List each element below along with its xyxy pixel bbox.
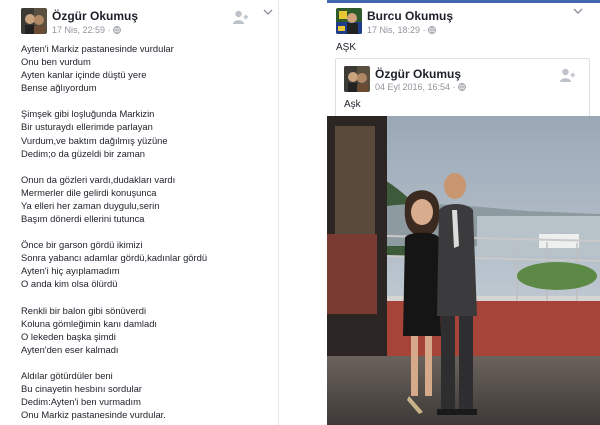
globe-icon (428, 26, 436, 34)
poem-line: Önce bir garson gördü ikimizi (21, 239, 143, 251)
globe-icon (458, 83, 466, 91)
avatar[interactable] (21, 8, 47, 34)
add-friend-icon[interactable] (232, 9, 248, 25)
timestamp[interactable]: 17 Nis, 18:29 (367, 25, 420, 35)
divider (278, 0, 279, 425)
poem-line: Sonra yabancı adamlar gördü,kadınlar gör… (21, 252, 208, 264)
chevron-down-icon[interactable] (573, 8, 583, 15)
poem-line: Bu cinayetin hesbını sordular (21, 382, 142, 394)
poem-line: Şimşek gibi loşluğunda Markizin (21, 108, 155, 120)
poem-line: Onu Markiz pastanesinde vurdular. (21, 409, 166, 421)
poem-line: Aldılar götürdüler beni (21, 369, 113, 381)
poem-line: Vurdum,ve baktım dağılmış yüzüne (21, 134, 168, 146)
avatar[interactable] (344, 66, 370, 92)
timestamp[interactable]: 17 Nis, 22:59 (52, 25, 105, 35)
poem-line: Başım dönerdi ellerini tutunca (21, 213, 145, 225)
shared-post-meta: 04 Eyl 2016, 16:54 · (375, 82, 466, 92)
right-post: Burcu Okumuş 17 Nis, 18:29 · AŞK Özgür O… (327, 0, 600, 425)
poem-stanza: Önce bir garson gördü ikimizi Sonra yaban… (21, 238, 271, 290)
add-friend-icon[interactable] (559, 67, 575, 83)
shared-author-name[interactable]: Özgür Okumuş (375, 67, 461, 81)
post-photo[interactable] (327, 116, 600, 425)
poem-line: Renkli bir balon gibi sönüverdi (21, 304, 147, 316)
post-meta: 17 Nis, 22:59 · (52, 25, 121, 35)
post-text: AŞK (336, 42, 357, 53)
poem-line: Ayten kanlar içinde düştü yere (21, 69, 147, 81)
poem-line: Bense ağlıyordum (21, 82, 97, 94)
poem-stanza: Şimşek gibi loşluğunda Markizin Bir ustur… (21, 107, 271, 159)
chevron-down-icon[interactable] (263, 9, 273, 16)
header-bar (327, 0, 600, 3)
shared-post-text: Aşk (344, 99, 361, 110)
post-text: Ayten'i Markiz pastanesinde vurdular Onu … (21, 42, 271, 425)
shared-post[interactable]: Özgür Okumuş 04 Eyl 2016, 16:54 · Aşk (335, 58, 590, 118)
poem-line: Ayten'den eser kalmadı (21, 343, 119, 355)
poem-line: Onun da gözleri vardı,dudakları vardı (21, 173, 176, 185)
poem-stanza: Onun da gözleri vardı,dudakları vardı Mer… (21, 173, 271, 225)
shared-timestamp[interactable]: 04 Eyl 2016, 16:54 (375, 82, 450, 92)
globe-icon (113, 26, 121, 34)
poem-line: Ayten'i Markiz pastanesinde vurdular (21, 43, 174, 54)
post-meta: 17 Nis, 18:29 · (367, 25, 436, 35)
poem-line: Onu ben vurdum (21, 56, 91, 68)
poem-stanza: Ayten'i Markiz pastanesinde vurdular Onu … (21, 42, 271, 94)
poem-line: Ayten'i hiç ayıplamadım (21, 265, 120, 277)
poem-line: Koluna gömleğimin kanı damladı (21, 317, 158, 329)
poem-stanza: Aldılar götürdüler beni Bu cinayetin hesb… (21, 369, 271, 421)
poem-line: Dedim:Ayten'i ben vurmadım (21, 396, 141, 408)
poem-line: Ya elleri her zaman duygulu,serin (21, 199, 160, 211)
left-post: Özgür Okumuş 17 Nis, 22:59 · Ayten'i Mar… (0, 0, 280, 425)
poem-line: Bir usturaydı ellerimde parlayan (21, 121, 153, 133)
author-name[interactable]: Burcu Okumuş (367, 9, 453, 23)
poem-line: O anda kim olsa ölürdü (21, 278, 118, 290)
author-name[interactable]: Özgür Okumuş (52, 9, 138, 23)
avatar[interactable] (336, 8, 362, 34)
poem-line: Dedim;o da güzeldi bir zaman (21, 147, 146, 159)
poem-line: Mermerler dile gelirdi konuşunca (21, 186, 157, 198)
poem-stanza: Renkli bir balon gibi sönüverdi Koluna gö… (21, 304, 271, 356)
poem-line: O lekeden başka şimdi (21, 330, 116, 342)
